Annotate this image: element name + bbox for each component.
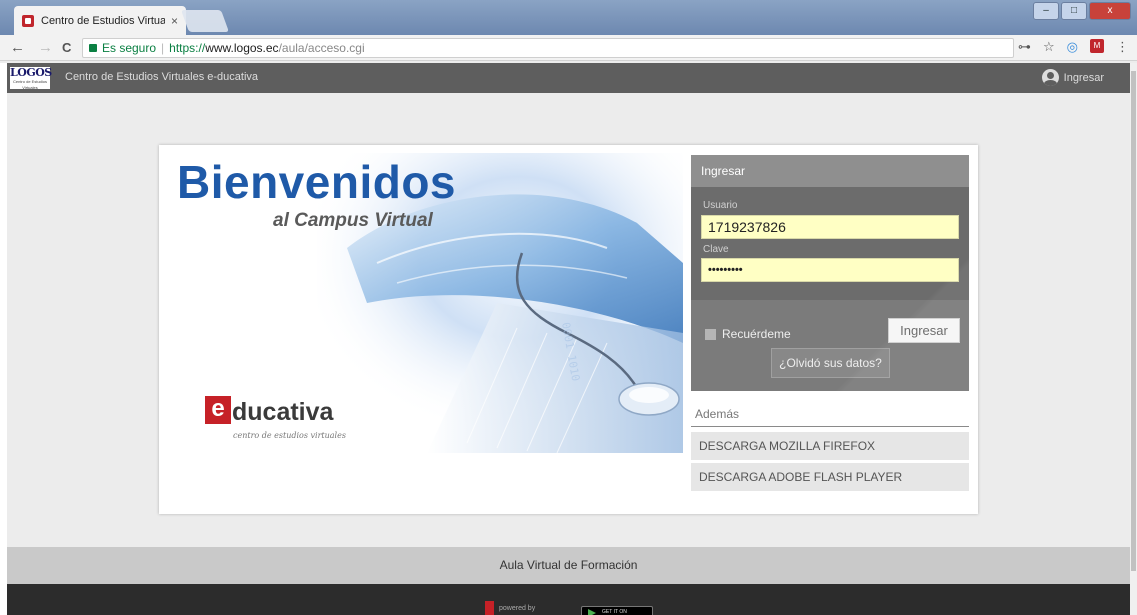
address-bar: ← → C Es seguro | https://www.logos.ec/aul… [0,35,1137,61]
url-host: www.logos.ec [205,41,279,55]
url-path: /aula/acceso.cgi [278,41,365,55]
back-icon[interactable]: ← [10,39,25,56]
powered-by-logo[interactable]: powered by [485,601,535,615]
forward-icon[interactable]: → [38,39,53,56]
header-login-label: Ingresar [1063,71,1104,84]
educativa-tagline: centro de estudios virtuales [233,431,346,440]
download-flash-link[interactable]: DESCARGA ADOBE FLASH PLAYER [691,463,969,491]
educativa-mark-icon [485,601,494,615]
checkbox-icon[interactable] [705,328,716,340]
extension-m-icon[interactable]: M [1090,39,1104,53]
educativa-logo: e ducativa [205,396,334,426]
window-controls: – □ x [1033,2,1131,20]
site-title: Centro de Estudios Virtuales e-ducativa [65,71,259,83]
remember-me-checkbox[interactable]: Recuérdeme [705,327,791,341]
login-heading: Ingresar [691,155,969,187]
title-bar: Centro de Estudios Virtua × – □ x [0,0,1137,35]
password-field[interactable]: ••••••••• [701,258,959,282]
educativa-logo-text: ducativa [232,398,334,426]
key-icon[interactable]: ⊶ [1018,39,1031,55]
welcome-banner: 0001 1010 Bienvenidos al Campus Virtual … [167,153,683,453]
download-firefox-link[interactable]: DESCARGA MOZILLA FIREFOX [691,432,969,460]
login-card: 0001 1010 Bienvenidos al Campus Virtual … [159,145,978,514]
url-field[interactable]: Es seguro | https://www.logos.ec/aula/acce… [82,38,1014,58]
favicon-icon [22,14,34,27]
welcome-title: Bienvenidos [177,156,457,208]
username-field[interactable] [701,215,959,239]
tab-close-icon[interactable]: × [171,14,178,28]
toolbar-icons: ⊶ ☆ ◎ M ⋮ [1018,39,1129,55]
url-scheme: https:// [169,41,206,55]
minimize-button[interactable]: – [1033,2,1059,20]
secure-label: Es seguro [102,41,157,55]
footer-title: Aula Virtual de Formación [7,547,1130,584]
lock-icon [89,43,97,52]
logo-subtext: Centro de Estudios Virtuales [12,79,48,90]
extras-heading: Además [691,407,969,427]
welcome-subtitle: al Campus Virtual [273,210,433,231]
new-tab-button[interactable] [180,10,230,32]
login-panel: Ingresar Usuario Clave ••••••••• Recuérd… [691,155,969,391]
site-header: LOGOS Centro de Estudios Virtuales Centr… [7,63,1130,93]
page-scrollbar[interactable] [1130,63,1137,615]
password-label: Clave [703,244,729,255]
menu-icon[interactable]: ⋮ [1116,39,1129,55]
remember-me-label: Recuérdeme [722,327,791,341]
logos-logo[interactable]: LOGOS Centro de Estudios Virtuales [10,66,52,90]
scrollbar-thumb[interactable] [1131,71,1136,571]
browser-tab[interactable]: Centro de Estudios Virtua × [14,6,186,35]
browser-window: Centro de Estudios Virtua × – □ x ← → C … [0,0,1137,615]
url-separator: | [161,41,165,55]
powered-by-label: powered by [499,604,536,612]
close-window-button[interactable]: x [1089,2,1131,20]
extension-icon[interactable]: ◎ [1067,39,1078,55]
google-play-badge[interactable]: GET IT ON [581,606,653,615]
forgot-password-button[interactable]: ¿Olvidó sus datos? [771,348,890,378]
reload-icon[interactable]: C [62,40,71,55]
login-submit-button[interactable]: Ingresar [888,318,960,343]
tab-title: Centro de Estudios Virtua [41,14,165,27]
bookmark-star-icon[interactable]: ☆ [1043,39,1055,55]
educativa-logo-e: e [205,396,231,424]
page-left-gutter [0,63,7,615]
username-label: Usuario [703,200,738,211]
maximize-button[interactable]: □ [1061,2,1087,20]
user-icon [1041,69,1059,86]
header-login-link[interactable]: Ingresar [1041,69,1104,86]
logo-text: LOGOS [10,66,52,79]
footer-bar: powered by GET IT ON [7,584,1130,615]
login-fields: Usuario Clave ••••••••• [691,187,969,300]
